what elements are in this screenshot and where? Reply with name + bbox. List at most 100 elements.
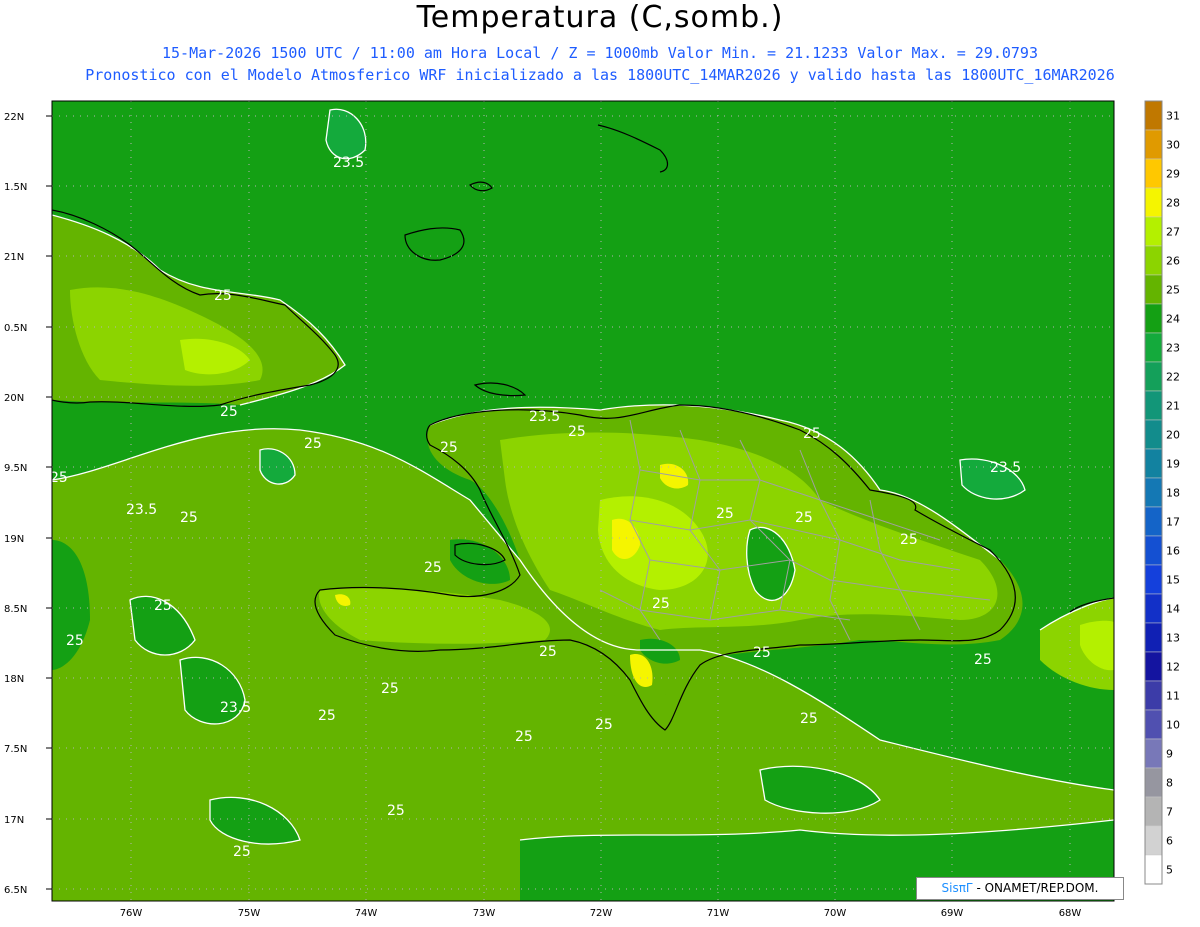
colorbar-swatch: [1144, 506, 1163, 537]
colorbar-swatch: [1144, 332, 1163, 363]
credit-box: SisπΓ - ONAMET/REP.DOM.: [916, 877, 1124, 900]
colorbar-label: 7: [1166, 806, 1173, 819]
lat-label: 19N: [4, 534, 24, 545]
colorbar-swatch: [1144, 361, 1163, 392]
lon-label: 74W: [355, 908, 378, 919]
lat-label: 20N: [4, 393, 24, 404]
contour-label: 25: [220, 404, 238, 420]
lon-label: 68W: [1059, 908, 1082, 919]
contour-label: 25: [539, 644, 557, 660]
colorbar-label: 25: [1166, 284, 1180, 297]
lon-label: 72W: [590, 908, 613, 919]
contour-label: 25: [716, 506, 734, 522]
lon-label: 75W: [238, 908, 261, 919]
colorbar-swatch: [1144, 477, 1163, 508]
contour-label: 25: [233, 844, 251, 860]
contour-label: 25: [753, 645, 771, 661]
lon-label: 76W: [120, 908, 143, 919]
colorbar-swatch: [1144, 158, 1163, 189]
lon-label: 69W: [941, 908, 964, 919]
colorbar-swatch: [1144, 825, 1163, 856]
lon-label: 70W: [824, 908, 847, 919]
colorbar-label: 19: [1166, 458, 1180, 471]
colorbar-label: 27: [1166, 226, 1180, 239]
lat-label: 8.5N: [4, 604, 27, 615]
contour-label: 23.5: [220, 700, 251, 716]
lat-label: 1.5N: [4, 182, 27, 193]
colorbar-label: 31: [1166, 110, 1180, 123]
colorbar-label: 21: [1166, 400, 1180, 413]
contour-label: 25: [424, 560, 442, 576]
colorbar-swatch: [1144, 651, 1163, 682]
contour-label: 25: [381, 681, 399, 697]
lat-label: 21N: [4, 252, 24, 263]
colorbar-swatch: [1144, 535, 1163, 566]
contour-label: 25: [568, 424, 586, 440]
colorbar-swatch: [1144, 448, 1163, 479]
colorbar-swatch: [1144, 129, 1163, 160]
colorbar-label: 17: [1166, 516, 1180, 529]
contour-label: 25: [318, 708, 336, 724]
colorbar-label: 6: [1166, 835, 1173, 848]
contour-label: 25: [387, 803, 405, 819]
colorbar-label: 9: [1166, 748, 1173, 761]
colorbar-label: 23: [1166, 342, 1180, 355]
colorbar-swatch: [1144, 680, 1163, 711]
contour-label: 25: [803, 426, 821, 442]
lat-label: 7.5N: [4, 744, 27, 755]
colorbar-label: 8: [1166, 777, 1173, 790]
credit-text: - ONAMET/REP.DOM.: [972, 881, 1099, 895]
colorbar-swatch: [1144, 738, 1163, 769]
colorbar: 31 30 29 28 27 26 25 24 23 22 21 20 19 18 17 16 15 14 13 12…: [1144, 100, 1180, 885]
contour-label: 25: [595, 717, 613, 733]
contour-label: 25: [440, 440, 458, 456]
contour-label: 25: [652, 596, 670, 612]
contour-label: 25: [304, 436, 322, 452]
contour-label: 23.5: [333, 155, 364, 171]
colorbar-swatch: [1144, 187, 1163, 218]
colorbar-label: 28: [1166, 197, 1180, 210]
colorbar-label: 5: [1166, 864, 1173, 877]
contour-label: 25: [974, 652, 992, 668]
colorbar-label: 10: [1166, 719, 1180, 732]
lat-label: 18N: [4, 674, 24, 685]
colorbar-swatch: [1144, 100, 1163, 131]
colorbar-swatch: [1144, 796, 1163, 827]
contour-label: 25: [900, 532, 918, 548]
colorbar-swatch: [1144, 216, 1163, 247]
colorbar-label: 14: [1166, 603, 1180, 616]
contour-label: 25: [795, 510, 813, 526]
colorbar-label: 12: [1166, 661, 1180, 674]
contour-label: 25: [50, 470, 68, 486]
colorbar-label: 26: [1166, 255, 1180, 268]
lon-label: 71W: [707, 908, 730, 919]
colorbar-swatch: [1144, 709, 1163, 740]
temperature-map: 23.5 25 23.5 25 25 25 25 23.5 25 25 25 2…: [4, 100, 1180, 919]
colorbar-swatch: [1144, 854, 1163, 885]
contour-label: 25: [180, 510, 198, 526]
contour-label: 25: [515, 729, 533, 745]
contour-label: 25: [154, 598, 172, 614]
lon-label: 73W: [473, 908, 496, 919]
colorbar-label: 18: [1166, 487, 1180, 500]
colorbar-swatch: [1144, 564, 1163, 595]
colorbar-swatch: [1144, 390, 1163, 421]
contour-label: 23.5: [126, 502, 157, 518]
lat-label: 0.5N: [4, 323, 27, 334]
contour-label: 25: [800, 711, 818, 727]
contour-label: 25: [214, 288, 232, 304]
contour-label: 23.5: [990, 460, 1021, 476]
colorbar-label: 20: [1166, 429, 1180, 442]
lat-label: 22N: [4, 112, 24, 123]
colorbar-swatch: [1144, 303, 1163, 334]
contour-label: 25: [66, 633, 84, 649]
colorbar-swatch: [1144, 593, 1163, 624]
colorbar-label: 16: [1166, 545, 1180, 558]
contour-label: 23.5: [529, 409, 560, 425]
colorbar-label: 29: [1166, 168, 1180, 181]
colorbar-swatch: [1144, 419, 1163, 450]
colorbar-label: 24: [1166, 313, 1180, 326]
colorbar-swatch: [1144, 622, 1163, 653]
brand-logo-text: SisπΓ: [941, 881, 973, 895]
colorbar-label: 13: [1166, 632, 1180, 645]
